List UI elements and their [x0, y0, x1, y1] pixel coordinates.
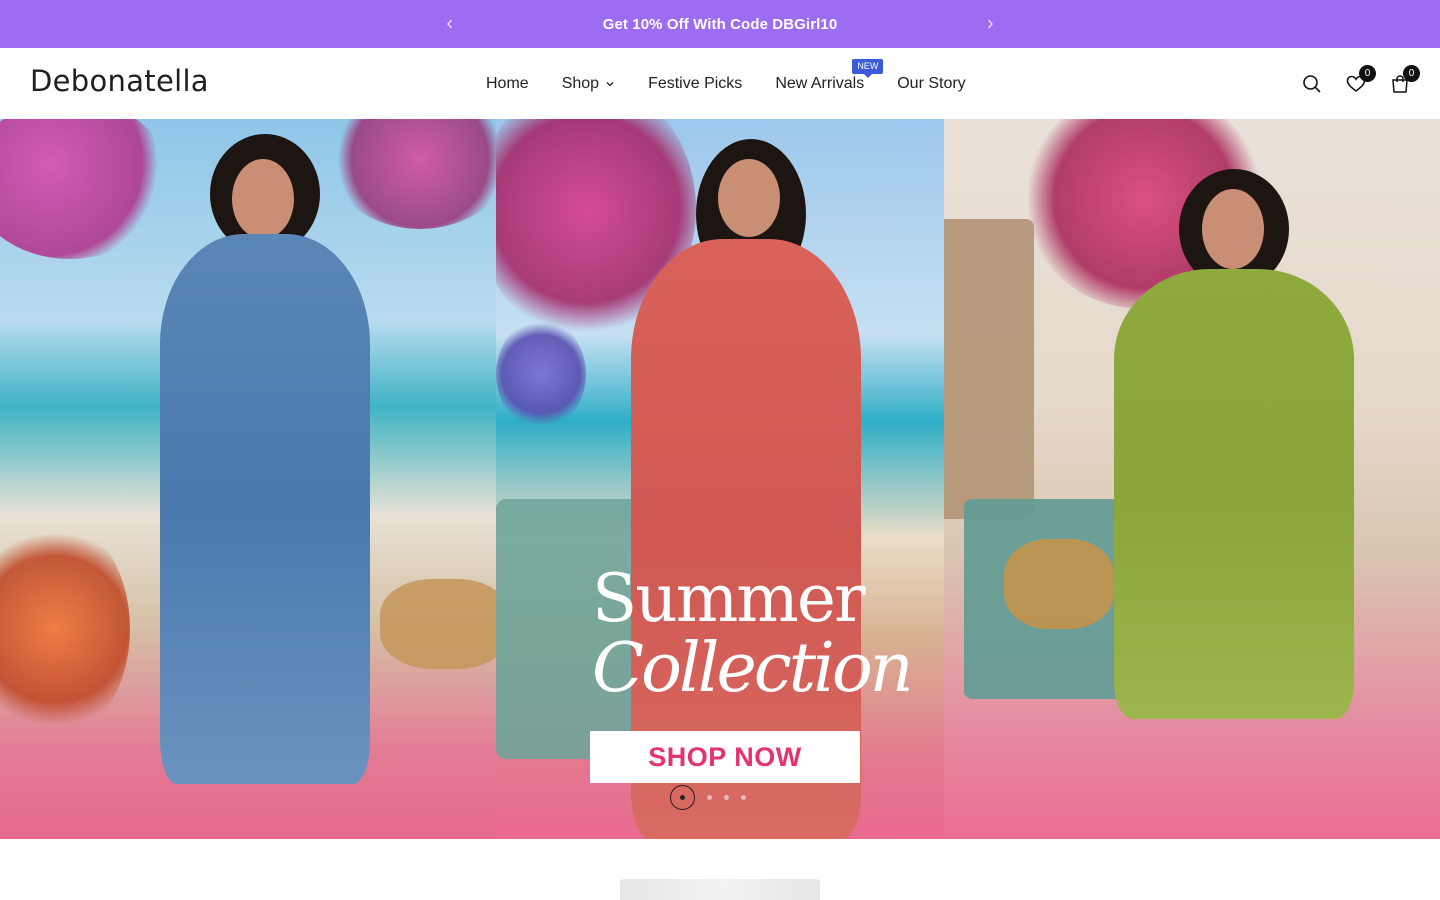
slider-dot-4[interactable]: [741, 795, 746, 800]
search-icon: [1303, 74, 1321, 93]
hero-title: Summer Collection: [592, 560, 914, 708]
loading-placeholder: [620, 879, 820, 900]
nav-item-label: New Arrivals: [775, 74, 865, 92]
hero-photo-left: [0, 119, 496, 839]
announcement-bar: Get 10% Off With Code DBGirl10: [0, 0, 1440, 48]
new-badge: NEW: [852, 59, 884, 78]
hero-photo-right: [944, 119, 1440, 839]
wishlist-count: 0: [1359, 64, 1376, 82]
announcement-next-button[interactable]: [980, 14, 1000, 34]
wishlist-button[interactable]: 0: [1346, 64, 1376, 94]
slider-dot-2[interactable]: [707, 795, 712, 800]
site-header: Debonatella Home Shop Festive Picks New …: [0, 48, 1440, 119]
chevron-left-icon: [447, 19, 453, 29]
announcement-text: Get 10% Off With Code DBGirl10: [602, 15, 838, 33]
hero-banner[interactable]: Summer Collection SHOP NOW: [0, 119, 1440, 839]
slider-dots: [670, 785, 746, 810]
site-logo[interactable]: Debonatella: [30, 64, 209, 98]
nav-item-new-arrivals[interactable]: New Arrivals NEW: [775, 48, 884, 119]
shop-now-button[interactable]: SHOP NOW: [590, 731, 860, 783]
announcement-prev-button[interactable]: [440, 14, 460, 34]
nav-item-label: Our Story: [897, 74, 966, 92]
nav-item-label: Festive Picks: [648, 74, 743, 92]
slider-dot-3[interactable]: [724, 795, 729, 800]
hero-title-line2: Collection: [592, 629, 914, 708]
cart-count: 0: [1403, 64, 1420, 82]
chevron-down-icon: [605, 79, 615, 89]
nav-item-home[interactable]: Home: [486, 48, 529, 119]
slider-dot-1[interactable]: [670, 785, 695, 810]
cart-button[interactable]: 0: [1390, 64, 1420, 94]
nav-item-label: Shop: [561, 74, 600, 92]
nav-item-label: Home: [486, 74, 529, 92]
header-actions: 0 0: [1302, 48, 1420, 119]
nav-item-festive-picks[interactable]: Festive Picks: [648, 48, 742, 119]
main-nav: Home Shop Festive Picks New Arrivals NEW…: [486, 48, 999, 119]
search-button[interactable]: [1302, 74, 1322, 94]
nav-item-shop[interactable]: Shop: [562, 48, 615, 119]
hero-title-line1: Summer: [592, 560, 866, 637]
nav-item-our-story[interactable]: Our Story: [897, 48, 965, 119]
chevron-right-icon: [987, 19, 993, 29]
